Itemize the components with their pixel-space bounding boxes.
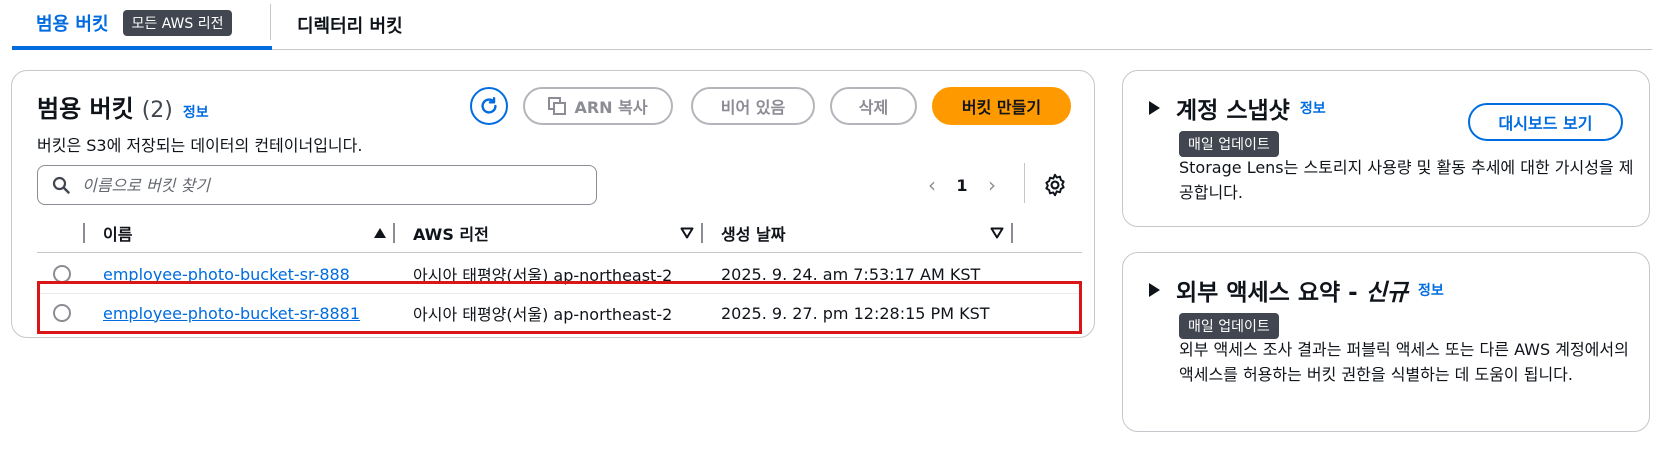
view-dashboard-button[interactable]: 대시보드 보기 <box>1468 103 1623 141</box>
column-divider <box>393 223 395 243</box>
tab-divider <box>270 4 271 40</box>
next-page-icon[interactable]: › <box>977 173 1007 197</box>
sort-unsorted-icon[interactable] <box>680 227 694 239</box>
pager-divider <box>1024 163 1025 203</box>
info-link[interactable]: 정보 <box>183 102 209 122</box>
search-field[interactable] <box>37 165 597 205</box>
copy-arn-button[interactable]: ARN 복사 <box>523 87 673 125</box>
expand-caret-icon[interactable] <box>1149 101 1160 115</box>
bucket-count: (2) <box>141 98 173 123</box>
account-snapshot-panel: 계정 스냅샷 정보 대시보드 보기 매일 업데이트 Storage Lens는 … <box>1122 70 1650 227</box>
external-access-title: 외부 액세스 요약 - 신규 <box>1176 273 1408 307</box>
delete-label: 삭제 <box>858 98 889 117</box>
search-icon <box>52 176 70 194</box>
column-header-created[interactable]: 생성 날짜 <box>721 213 785 253</box>
snapshot-title: 계정 스냅샷 <box>1176 98 1290 124</box>
daily-update-badge: 매일 업데이트 <box>1179 313 1279 339</box>
external-access-summary-panel: 외부 액세스 요약 - 신규 정보 매일 업데이트 외부 액세스 조사 결과는 … <box>1122 252 1650 432</box>
column-header-name[interactable]: 이름 <box>103 213 132 253</box>
sort-ascending-icon[interactable] <box>373 227 387 239</box>
row-highlight-box <box>37 281 1082 334</box>
prev-page-icon[interactable]: ‹ <box>917 173 947 197</box>
refresh-icon <box>481 97 497 114</box>
copy-icon <box>548 97 567 115</box>
empty-bucket-button[interactable]: 비어 있음 <box>691 87 815 125</box>
panel-description: 버킷은 S3에 저장되는 데이터의 컨테이너입니다. <box>37 136 363 155</box>
tab-directory-label: 디렉터리 버킷 <box>297 15 403 37</box>
column-divider <box>83 223 85 243</box>
create-bucket-button[interactable]: 버킷 만들기 <box>932 87 1071 125</box>
current-page[interactable]: 1 <box>947 176 977 195</box>
pagination: ‹ 1 › <box>917 169 1007 201</box>
delete-bucket-button[interactable]: 삭제 <box>830 87 917 125</box>
create-label: 버킷 만들기 <box>961 98 1042 117</box>
expand-caret-icon[interactable] <box>1149 283 1160 297</box>
empty-label: 비어 있음 <box>720 98 786 117</box>
new-label: 신규 <box>1365 280 1409 306</box>
tab-general-purpose-buckets[interactable]: 범용 버킷 모든 AWS 리전 <box>12 0 272 50</box>
search-input[interactable] <box>82 175 562 195</box>
refresh-button[interactable] <box>470 87 508 125</box>
column-divider <box>1011 223 1013 243</box>
external-access-title-text: 외부 액세스 요약 - <box>1176 280 1366 306</box>
tab-general-label: 범용 버킷 <box>36 14 109 35</box>
table-header: 이름 AWS 리전 생성 날짜 <box>37 213 1082 253</box>
snapshot-description: Storage Lens는 스토리지 사용량 및 활동 추세에 대한 가시성을 … <box>1179 158 1634 202</box>
copy-arn-label: ARN 복사 <box>574 98 648 117</box>
external-access-info-link[interactable]: 정보 <box>1418 280 1444 300</box>
column-header-region[interactable]: AWS 리전 <box>413 213 489 253</box>
daily-update-badge: 매일 업데이트 <box>1179 131 1279 157</box>
sort-unsorted-icon[interactable] <box>990 227 1004 239</box>
external-access-description: 외부 액세스 조사 결과는 퍼블릭 액세스 또는 다른 AWS 계정에서의 액세… <box>1179 340 1629 384</box>
snapshot-info-link[interactable]: 정보 <box>1300 98 1326 118</box>
panel-title: 범용 버킷 <box>37 95 134 123</box>
all-regions-badge: 모든 AWS 리전 <box>122 10 233 36</box>
snapshot-header[interactable]: 계정 스냅샷 정보 <box>1149 91 1326 125</box>
bucket-type-tabs: 범용 버킷 모든 AWS 리전 디렉터리 버킷 <box>12 0 1652 50</box>
gear-icon[interactable] <box>1042 172 1068 198</box>
column-divider <box>701 223 703 243</box>
external-access-header[interactable]: 외부 액세스 요약 - 신규 정보 <box>1149 273 1444 307</box>
tab-directory-buckets[interactable]: 디렉터리 버킷 <box>297 0 403 49</box>
panel-header: 범용 버킷 (2) 정보 <box>37 89 209 124</box>
